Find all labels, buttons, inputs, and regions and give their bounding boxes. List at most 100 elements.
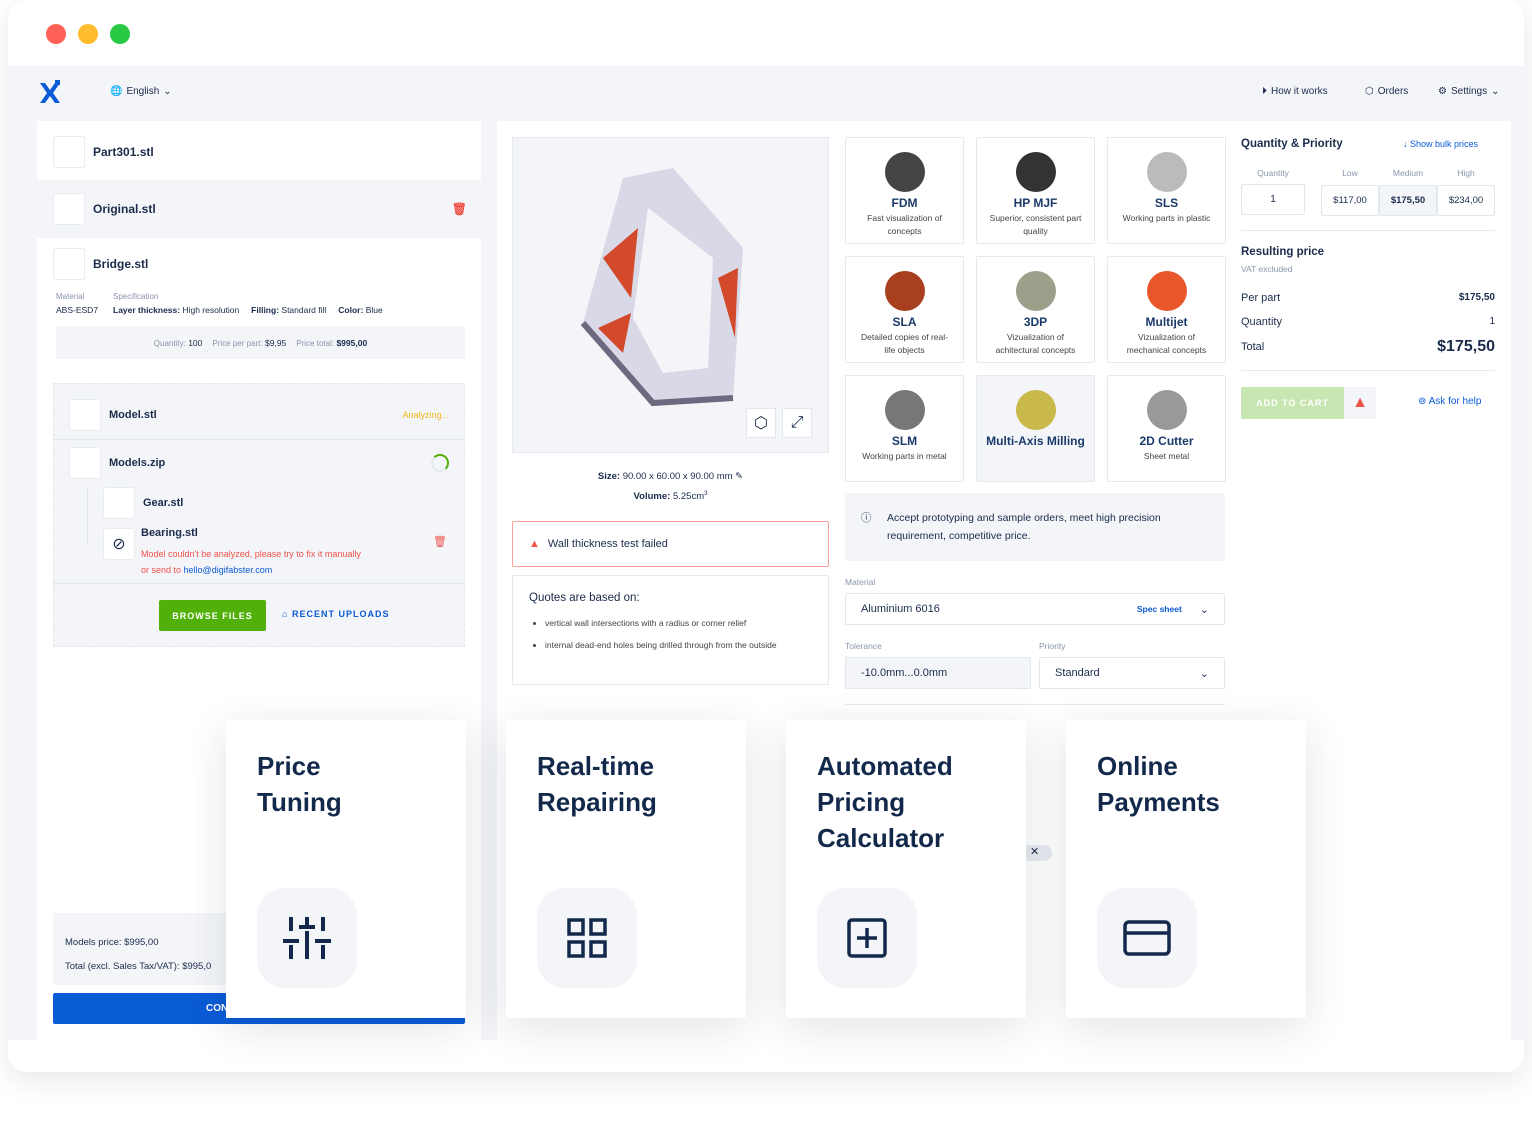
technology-card[interactable]: Multijet Vizualization of mechanical conc… xyxy=(1107,256,1226,363)
technology-thumbnail xyxy=(884,152,925,192)
gear-icon: ⚙ xyxy=(1438,86,1447,97)
material-label: Material xyxy=(845,577,876,587)
grid-icon xyxy=(567,918,607,958)
feature-card-price-tuning: Price Tuning xyxy=(226,720,466,1018)
technology-card[interactable]: FDM Fast visualization of concepts xyxy=(845,137,964,244)
technology-card[interactable]: SLA Detailed copies of real-life objects xyxy=(845,256,964,363)
tier-medium[interactable]: $175,50 xyxy=(1379,185,1437,216)
chevron-down-icon: ⌄ xyxy=(1491,86,1500,97)
technology-card[interactable]: SLM Working parts in metal xyxy=(845,375,964,482)
feature-card-online-payments: Online Payments xyxy=(1066,720,1306,1018)
show-bulk-prices-link[interactable]: ↓ Show bulk prices xyxy=(1403,139,1478,149)
bearing-filename: Bearing.stl xyxy=(141,527,198,539)
model-viewer[interactable]: ⬡ ⤢ xyxy=(512,137,829,453)
spec-values: Layer thickness: High resolution Filling… xyxy=(113,305,383,315)
minimize-window-button[interactable] xyxy=(78,24,98,44)
analyzing-status: Analyzing... xyxy=(402,410,449,420)
file-item[interactable]: Part301.stl xyxy=(37,123,481,181)
upload-item-gear[interactable]: Gear.stl xyxy=(87,474,457,532)
material-select[interactable]: Aluminium 6016 Spec sheet ⌄ xyxy=(845,593,1225,625)
model-volume: Volume: 5.25cm3 xyxy=(633,491,708,503)
model-size: Size: 90.00 x 60.00 x 90.00 mm ✎ xyxy=(597,471,744,482)
wall-thickness-warning: ▲ Wall thickness test failed xyxy=(512,521,829,567)
box-icon: ⬡ xyxy=(1365,86,1374,97)
warning-icon: ▲ xyxy=(1344,387,1376,419)
analysis-error: Model couldn't be analyzed, please try t… xyxy=(141,549,361,575)
plus-square-icon xyxy=(847,918,887,958)
spec-sheet-link[interactable]: Spec sheet xyxy=(1137,604,1182,614)
nav-orders[interactable]: ⬡ Orders xyxy=(1365,86,1408,97)
file-item[interactable]: Original.stl 🗑 xyxy=(37,180,481,238)
priority-select[interactable]: Standard ⌄ xyxy=(1039,657,1225,689)
info-icon: ⓘ xyxy=(861,512,872,524)
technology-card[interactable]: 3DP Vizualization of achitectural concept… xyxy=(976,256,1095,363)
language-selector[interactable]: 🌐 English ⌄ xyxy=(110,86,172,97)
technology-thumbnail xyxy=(884,390,925,430)
blocked-icon: ⊘ xyxy=(103,528,135,560)
technology-thumbnail xyxy=(884,271,925,311)
play-circle-icon: ⏵ xyxy=(1262,86,1267,97)
ask-for-help-link[interactable]: ⊚ Ask for help xyxy=(1418,396,1481,407)
feature-card-real-time-repairing: Real-time Repairing xyxy=(506,720,746,1018)
logo-icon[interactable] xyxy=(37,80,63,106)
cube-icon xyxy=(69,399,101,431)
tolerance-input[interactable]: -10.0mm...0.0mm xyxy=(845,657,1031,689)
technology-card[interactable]: HP MJF Superior, consistent part quality xyxy=(976,137,1095,244)
chevron-down-icon: ⌄ xyxy=(1199,667,1209,680)
technology-thumbnail xyxy=(1146,390,1187,430)
vat-note: VAT excluded xyxy=(1241,264,1293,274)
priority-label: Priority xyxy=(1039,641,1066,651)
total-row: Total $175,50 xyxy=(1241,338,1495,355)
quantity-label: Quantity xyxy=(1257,168,1289,178)
technology-thumbnail xyxy=(1146,152,1187,192)
tier-high[interactable]: $234,00 xyxy=(1437,185,1495,216)
resulting-price-title: Resulting price xyxy=(1241,246,1325,258)
technology-card[interactable]: SLS Working parts in plastic xyxy=(1107,137,1226,244)
cube-icon xyxy=(53,248,85,280)
trash-icon[interactable]: 🗑 xyxy=(433,535,447,548)
cube-icon xyxy=(53,136,85,168)
fullscreen-icon[interactable]: ⤢ xyxy=(782,408,812,438)
cube-icon xyxy=(103,487,135,519)
material-value: ABS-ESD7 xyxy=(56,305,99,315)
tolerance-label: Tolerance xyxy=(845,641,882,651)
trash-icon[interactable]: 🗑 xyxy=(452,202,467,216)
maximize-window-button[interactable] xyxy=(110,24,130,44)
technology-card[interactable]: Multi-Axis Milling xyxy=(976,375,1095,482)
per-part-row: Per part $175,50 xyxy=(1241,292,1495,304)
lifebuoy-icon: ⊚ xyxy=(1418,396,1427,407)
technology-thumbnail xyxy=(1146,271,1187,311)
loading-spinner xyxy=(431,454,449,472)
quotes-box: Quotes are based on: vertical wall inter… xyxy=(512,575,829,685)
quantity-input[interactable]: 1 xyxy=(1241,184,1305,215)
support-email-link[interactable]: hello@digifabster.com xyxy=(184,565,273,575)
close-window-button[interactable] xyxy=(46,24,66,44)
inbox-icon: ⌂ xyxy=(282,609,289,619)
technology-thumbnail xyxy=(1015,271,1056,311)
close-icon[interactable]: ✕ xyxy=(1026,845,1052,861)
sliders-icon xyxy=(283,917,331,959)
feature-card-automated-pricing-calculator: Automated Pricing Calculator xyxy=(786,720,1026,1018)
technology-info: ⓘ Accept prototyping and sample orders, m… xyxy=(845,493,1225,561)
chevron-down-icon: ⌄ xyxy=(1199,603,1209,616)
technology-card[interactable]: 2D Cutter Sheet metal xyxy=(1107,375,1226,482)
globe-icon: 🌐 xyxy=(110,86,123,97)
spec-label: Specification xyxy=(113,292,159,301)
file-item[interactable]: Bridge.stl xyxy=(37,235,481,293)
priority-tiers: Low $117,00 Medium $175,50 High $234,00 xyxy=(1321,168,1495,216)
technology-thumbnail xyxy=(1015,152,1056,192)
technology-thumbnail xyxy=(1015,390,1056,430)
nav-settings[interactable]: ⚙ Settings ⌄ xyxy=(1438,86,1500,97)
cube-icon xyxy=(53,193,85,225)
pricing-title: Quantity & Priority xyxy=(1241,138,1343,150)
arrow-down-icon: ↓ xyxy=(1403,139,1408,149)
nav-how-it-works[interactable]: ⏵ How it works xyxy=(1262,86,1328,97)
tier-low[interactable]: $117,00 xyxy=(1321,185,1379,216)
browse-files-button[interactable]: BROWSE FILES xyxy=(159,600,266,631)
material-label: Material xyxy=(56,292,85,301)
add-to-cart-button[interactable]: ADD TO CART xyxy=(1241,387,1344,419)
edit-icon[interactable]: ✎ xyxy=(735,471,743,482)
view-3d-icon[interactable]: ⬡ xyxy=(746,408,776,438)
chevron-down-icon: ⌄ xyxy=(163,86,172,97)
recent-uploads-button[interactable]: ⌂ RECENT UPLOADS xyxy=(282,609,389,619)
